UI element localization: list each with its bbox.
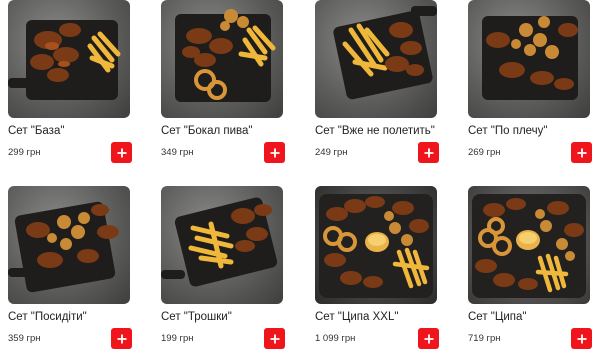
- product-photo[interactable]: [8, 186, 130, 304]
- product-price: 1 099 грн: [315, 333, 356, 344]
- add-to-cart-button[interactable]: [418, 328, 439, 349]
- add-to-cart-button[interactable]: [111, 142, 132, 163]
- product-card[interactable]: Сет "Посидіти" 359 грн: [8, 186, 132, 356]
- product-name[interactable]: Сет "Бокал пива": [161, 124, 311, 138]
- product-name[interactable]: Сет "Вже не полетить": [315, 124, 465, 138]
- product-photo[interactable]: [468, 0, 590, 118]
- food-photo-icon: [8, 201, 119, 293]
- product-name[interactable]: Сет "По плечу": [468, 124, 600, 138]
- product-price: 299 грн: [8, 147, 41, 158]
- plus-icon: [577, 148, 586, 157]
- food-photo-icon: [319, 194, 433, 298]
- product-name[interactable]: Сет "База": [8, 124, 158, 138]
- product-name[interactable]: Сет "Ципа XXL": [315, 310, 465, 324]
- product-price: 359 грн: [8, 333, 41, 344]
- food-photo-icon: [8, 20, 121, 100]
- product-card[interactable]: Сет "Трошки" 199 грн: [161, 186, 285, 356]
- add-to-cart-button[interactable]: [571, 328, 592, 349]
- product-card[interactable]: Сет "По плечу" 269 грн: [468, 0, 592, 170]
- product-name[interactable]: Сет "Ципа": [468, 310, 600, 324]
- product-photo[interactable]: [8, 0, 130, 118]
- product-price: 249 грн: [315, 147, 348, 158]
- product-photo[interactable]: [161, 186, 283, 304]
- plus-icon: [424, 148, 433, 157]
- product-grid: Сет "База" 299 грн Сет "Бокал пива" 349 …: [0, 0, 600, 357]
- product-card[interactable]: Сет "Бокал пива" 349 грн: [161, 0, 285, 170]
- food-photo-icon: [482, 16, 578, 100]
- plus-icon: [270, 334, 279, 343]
- add-to-cart-button[interactable]: [264, 142, 285, 163]
- add-to-cart-button[interactable]: [111, 328, 132, 349]
- product-price: 349 грн: [161, 147, 194, 158]
- plus-icon: [424, 334, 433, 343]
- product-photo[interactable]: [161, 0, 283, 118]
- product-price: 719 грн: [468, 333, 501, 344]
- plus-icon: [270, 148, 279, 157]
- food-photo-icon: [472, 194, 586, 298]
- food-photo-icon: [333, 6, 437, 100]
- add-to-cart-button[interactable]: [571, 142, 592, 163]
- product-name[interactable]: Сет "Посидіти": [8, 310, 158, 324]
- product-card[interactable]: Сет "Вже не полетить" 249 грн: [315, 0, 439, 170]
- product-price: 199 грн: [161, 333, 194, 344]
- product-card[interactable]: Сет "База" 299 грн: [8, 0, 132, 170]
- product-photo[interactable]: [315, 0, 437, 118]
- add-to-cart-button[interactable]: [264, 328, 285, 349]
- food-photo-icon: [161, 197, 278, 287]
- product-card[interactable]: Сет "Ципа" 719 грн: [468, 186, 592, 356]
- product-photo[interactable]: [468, 186, 590, 304]
- product-name[interactable]: Сет "Трошки": [161, 310, 311, 324]
- product-photo[interactable]: [315, 186, 437, 304]
- plus-icon: [577, 334, 586, 343]
- add-to-cart-button[interactable]: [418, 142, 439, 163]
- plus-icon: [117, 148, 126, 157]
- product-card[interactable]: Сет "Ципа XXL" 1 099 грн: [315, 186, 439, 356]
- product-price: 269 грн: [468, 147, 501, 158]
- food-photo-icon: [175, 9, 276, 102]
- plus-icon: [117, 334, 126, 343]
